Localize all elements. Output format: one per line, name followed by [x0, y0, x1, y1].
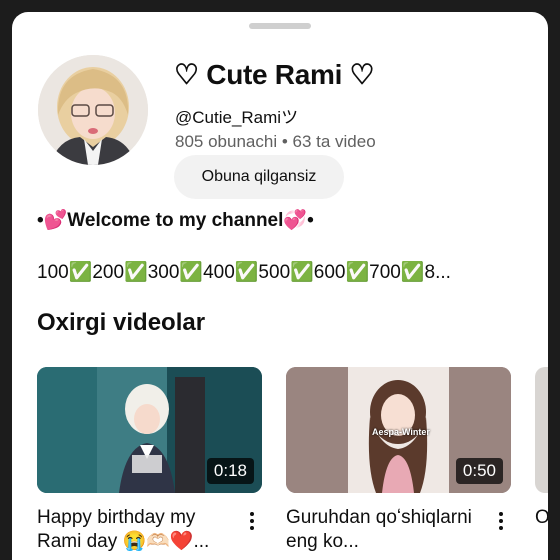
video-duration: 0:50	[455, 458, 503, 484]
video-card[interactable]: 0:18 Happy birthday my Rami day 😭🫶🏻❤️...	[37, 367, 262, 554]
channel-stats: 805 obunachi • 63 ta video	[175, 132, 376, 151]
thumbnail-overlay-text: Aespa-Winter	[372, 427, 430, 437]
video-title-partial[interactable]: O...	[535, 506, 548, 530]
video-card[interactable]: Aespa-Winter 0:50 Guruhdan qoʻshiqlarni …	[286, 367, 511, 554]
video-thumbnail[interactable]: Aespa-Winter 0:50	[286, 367, 511, 493]
channel-sheet: ♡ Cute Rami ♡ @Cutie_Ramiツ 805 obunachi …	[12, 12, 548, 560]
avatar-image	[38, 55, 148, 165]
video-title[interactable]: Happy birthday my Rami day 😭🫶🏻❤️...	[37, 506, 237, 554]
drag-handle[interactable]	[249, 23, 311, 29]
latest-videos-heading: Oxirgi videolar	[37, 309, 206, 336]
video-title[interactable]: Guruhdan qoʻshiqlarni eng ko...	[286, 506, 486, 554]
video-duration: 0:18	[206, 458, 254, 484]
more-options-icon[interactable]	[491, 506, 511, 536]
channel-description-line1[interactable]: •💕Welcome to my channel💞•	[37, 208, 314, 232]
video-thumbnail-partial[interactable]	[535, 367, 548, 493]
video-thumbnail[interactable]: 0:18	[37, 367, 262, 493]
subscribed-button[interactable]: Obuna qilgansiz	[174, 155, 344, 199]
channel-avatar[interactable]	[38, 55, 148, 165]
channel-description-line2[interactable]: 100✅200✅300✅400✅500✅600✅700✅8...	[37, 260, 517, 284]
channel-handle: @Cutie_Ramiツ	[175, 108, 299, 127]
more-options-icon[interactable]	[242, 506, 262, 536]
channel-title: ♡ Cute Rami ♡	[174, 59, 375, 90]
